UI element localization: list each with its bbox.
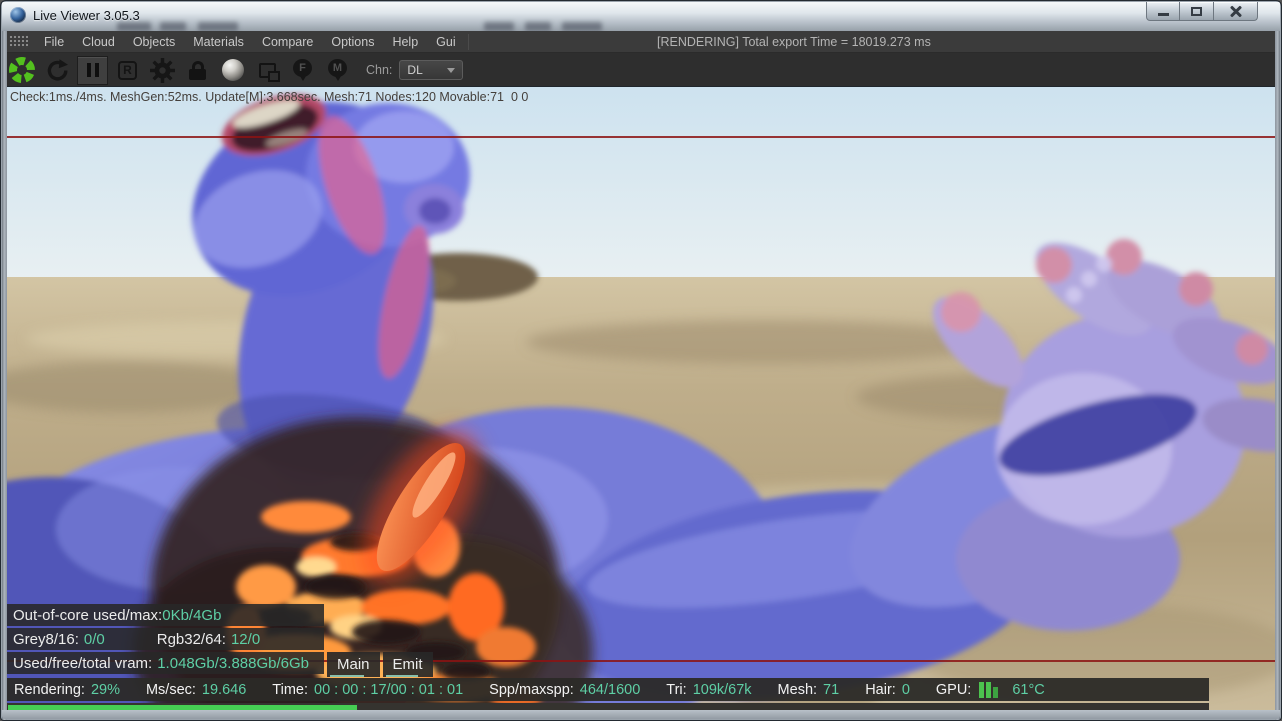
rgb-label: Rgb32/64: — [156, 630, 226, 648]
gpu-temperature: 61°C — [1012, 681, 1045, 698]
window-title: Live Viewer 3.05.3 — [33, 8, 140, 23]
focus-pin-icon: F — [293, 59, 312, 77]
reset-r-icon: R — [118, 60, 137, 80]
close-button[interactable] — [1214, 2, 1258, 21]
render-viewport[interactable]: Check:1ms./4ms. MeshGen:52ms. Update[M]:… — [6, 87, 1278, 713]
lock-resolution-button[interactable] — [182, 56, 213, 85]
chevron-down-icon — [447, 67, 456, 77]
gpu-usage-meter-icon — [979, 681, 999, 698]
render-region-button[interactable] — [252, 56, 283, 85]
app-icon — [10, 7, 26, 23]
pause-icon — [86, 63, 99, 77]
ghost-blur — [562, 22, 602, 31]
window-controls — [1146, 2, 1258, 21]
grey-rgb-row: Grey8/16: 0/0 Rgb32/64: 12/0 — [6, 628, 324, 650]
pass-tabs: Main Emit — [327, 652, 433, 677]
reset-render-button[interactable]: R — [112, 56, 143, 85]
menu-compare[interactable]: Compare — [253, 35, 322, 49]
grey-value: 0/0 — [83, 630, 105, 648]
region-icon — [259, 62, 280, 82]
menu-help[interactable]: Help — [383, 35, 427, 49]
send-scene-button[interactable] — [7, 56, 38, 85]
render-status-text: [RENDERING] Total export Time = 18019.27… — [657, 35, 931, 49]
mesh-status: Mesh: 71 — [777, 681, 840, 698]
vram-label: Used/free/total vram: — [13, 654, 153, 672]
live-viewer-window: Live Viewer 3.05.3 File Cloud Objects Ma… — [0, 0, 1282, 721]
menu-options[interactable]: Options — [322, 35, 383, 49]
ghost-blur — [525, 22, 551, 31]
time-status: Time: 00 : 00 : 17/00 : 01 : 01 — [272, 681, 464, 698]
toolbar: R F M Chn: DL — [2, 53, 1280, 87]
octane-logo-icon — [8, 56, 35, 83]
vram-stats-overlay: Out-of-core used/max: 0Kb/4Gb Grey8/16: … — [6, 604, 324, 676]
ghost-blur — [160, 22, 186, 31]
channel-dropdown[interactable]: DL — [399, 60, 464, 80]
out-of-core-value: 0Kb/4Gb — [162, 606, 222, 624]
close-icon — [1230, 5, 1242, 17]
window-border-bottom — [2, 710, 1280, 719]
maximize-button[interactable] — [1180, 2, 1214, 21]
film-border-top — [6, 136, 1278, 138]
minimize-icon — [1157, 13, 1169, 16]
lock-icon — [189, 60, 206, 80]
grip-handle-icon[interactable] — [9, 35, 28, 48]
vram-value: 1.048Gb/3.888Gb/6Gb — [157, 654, 309, 672]
tri-status: Tri: 109k/67k — [666, 681, 752, 698]
gear-icon — [150, 57, 175, 83]
focus-picker-button[interactable]: F — [287, 56, 318, 85]
menu-cloud[interactable]: Cloud — [73, 35, 124, 49]
menu-materials[interactable]: Materials — [184, 35, 253, 49]
menu-bar: File Cloud Objects Materials Compare Opt… — [2, 31, 1280, 53]
spp-status: Spp/maxspp: 464/1600 — [489, 681, 641, 698]
gpu-status: GPU: 61°C — [935, 681, 1045, 698]
window-border-right — [1275, 31, 1280, 720]
menu-gui[interactable]: Gui — [427, 35, 464, 49]
pause-render-button[interactable] — [77, 55, 108, 85]
out-of-core-label: Out-of-core used/max: — [13, 606, 163, 624]
menu-objects[interactable]: Objects — [124, 35, 184, 49]
scene-check-status: Check:1ms./4ms. MeshGen:52ms. Update[M]:… — [10, 90, 529, 104]
minimize-button[interactable] — [1146, 2, 1180, 21]
restart-render-button[interactable] — [42, 56, 73, 85]
tab-emit[interactable]: Emit — [382, 652, 433, 677]
rgb-value: 12/0 — [230, 630, 261, 648]
maximize-icon — [1191, 6, 1202, 16]
rendering-status: Rendering: 29% — [14, 681, 120, 698]
channel-control: Chn: DL — [366, 60, 464, 80]
ghost-blur — [198, 22, 238, 31]
menu-file[interactable]: File — [35, 35, 73, 49]
status-bar: Rendering: 29% Ms/sec: 19.646 Time: 00 : 00… — [6, 678, 1209, 701]
title-bar[interactable]: Live Viewer 3.05.3 — [2, 2, 1280, 31]
channel-value: DL — [407, 63, 423, 77]
out-of-core-row: Out-of-core used/max: 0Kb/4Gb — [6, 604, 324, 626]
material-ball-icon — [221, 59, 244, 81]
vram-row: Used/free/total vram: 1.048Gb/3.888Gb/6G… — [6, 652, 324, 674]
material-picker-button[interactable]: M — [322, 56, 353, 85]
material-pin-icon: M — [328, 59, 347, 77]
ghost-blur — [117, 22, 151, 31]
tab-main[interactable]: Main — [327, 652, 380, 677]
mssec-status: Ms/sec: 19.646 — [145, 681, 247, 698]
refresh-icon — [47, 58, 68, 80]
settings-button[interactable] — [147, 56, 178, 85]
material-preview-button[interactable] — [217, 56, 248, 85]
grey-label: Grey8/16: — [13, 630, 79, 648]
ghost-blur — [484, 22, 514, 31]
hair-status: Hair: 0 — [865, 681, 910, 698]
window-border-left — [2, 31, 7, 720]
menu-separator — [467, 33, 469, 50]
channel-label: Chn: — [366, 63, 393, 77]
